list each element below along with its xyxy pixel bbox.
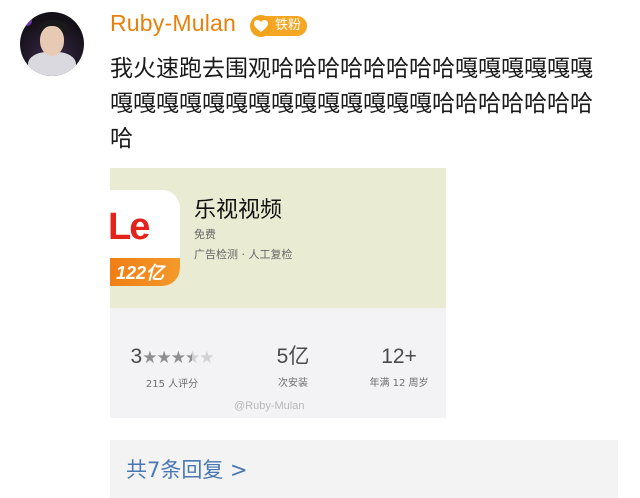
app-icon: Le 122亿: [110, 190, 180, 286]
heart-icon: [250, 15, 272, 37]
stage-light-decoration: [22, 16, 32, 26]
app-price: 免费: [194, 228, 216, 241]
age-stat: 12+ 年满 12 周岁: [354, 344, 444, 389]
age-label: 年满 12 周岁: [369, 378, 429, 389]
view-replies-button[interactable]: 共7条回复 >: [110, 440, 618, 498]
installs-value: 5亿: [276, 345, 310, 368]
ad-check-note: 广告检测 · 人工复检: [194, 248, 293, 261]
avatar[interactable]: [20, 12, 84, 76]
rating-row: 3★★★★★★: [112, 344, 232, 371]
star-rating-icon: ★★★★★★: [142, 348, 214, 367]
watermark: @Ruby-Mulan: [234, 400, 305, 412]
fan-badge-label: 铁粉: [266, 16, 308, 36]
installs-label: 次安装: [278, 378, 308, 389]
installs-stat: 5亿 次安装: [248, 344, 338, 389]
rating-stat: 3★★★★★★ 215 人评分: [112, 344, 232, 390]
app-icon-banner: 122亿: [110, 258, 180, 286]
post-text: 我火速跑去围观哈哈哈哈哈哈哈哈嘎嘎嘎嘎嘎嘎嘎嘎嘎嘎嘎嘎嘎嘎嘎嘎嘎嘎嘎嘎哈哈哈哈哈…: [110, 56, 593, 152]
app-icon-logo: Le: [110, 206, 150, 248]
post-image[interactable]: Le 122亿 乐视视频 免费 广告检测 · 人工复检 3★★★★★★ 215 …: [110, 168, 446, 418]
app-name: 乐视视频: [194, 198, 283, 223]
rating-value: 3: [130, 345, 143, 368]
avatar-face: [40, 26, 64, 56]
weibo-post: Ruby-Mulan 铁粉 我火速跑去围观哈哈哈哈哈哈哈哈嘎嘎嘎嘎嘎嘎嘎嘎嘎嘎嘎…: [0, 0, 640, 498]
fan-badge[interactable]: 铁粉: [250, 15, 308, 37]
rating-count: 215 人评分: [145, 379, 199, 390]
app-header-area: Le 122亿 乐视视频 免费 广告检测 · 人工复检: [110, 168, 446, 308]
username[interactable]: Ruby-Mulan: [110, 10, 236, 37]
age-value: 12+: [381, 345, 417, 368]
